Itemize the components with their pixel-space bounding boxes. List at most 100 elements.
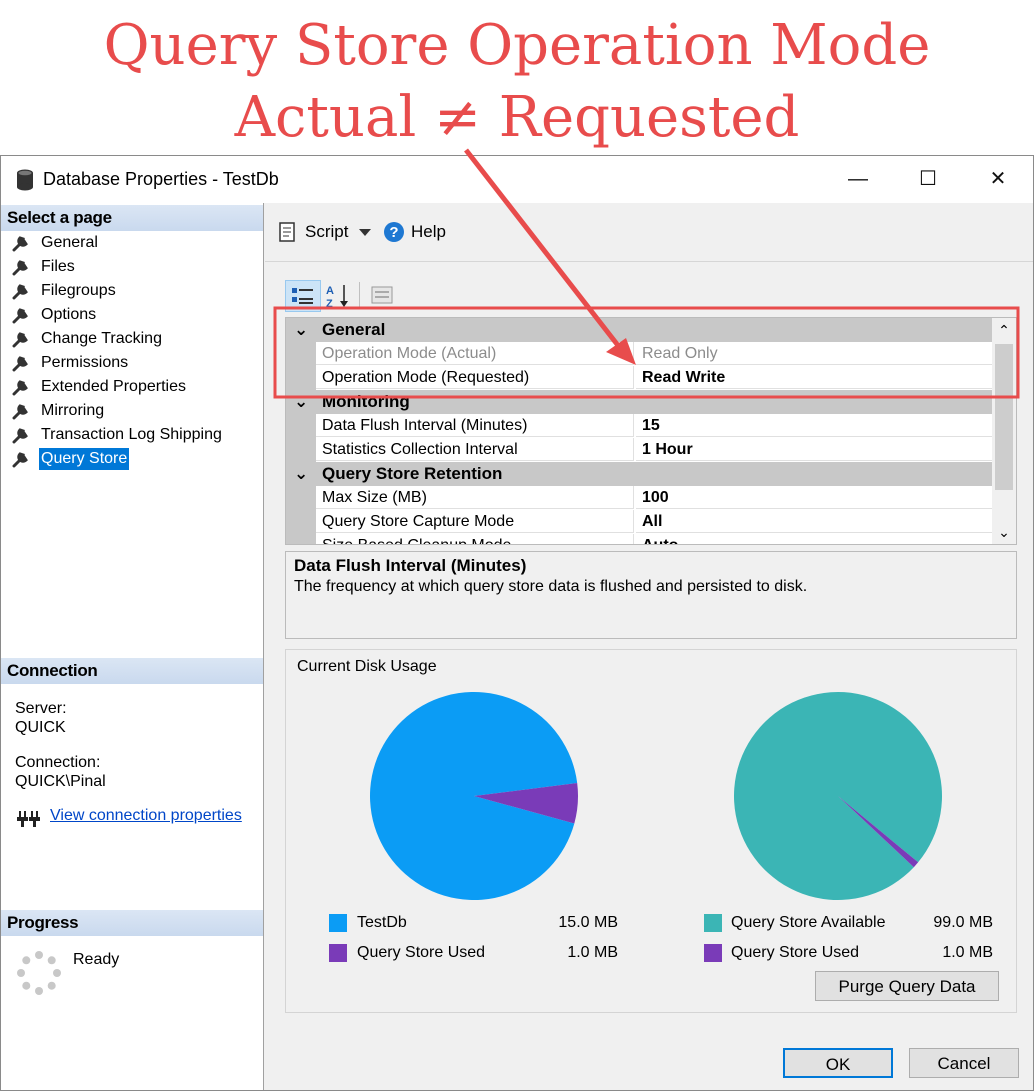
scroll-up-icon[interactable]: ⌃ bbox=[992, 318, 1016, 342]
svg-text:Z: Z bbox=[326, 298, 333, 309]
server-label: Server: bbox=[15, 700, 67, 717]
nav-item-options[interactable]: Options bbox=[11, 304, 98, 326]
purge-query-data-button[interactable]: Purge Query Data bbox=[815, 971, 999, 1001]
server-value: QUICK bbox=[15, 719, 66, 736]
property-pages-icon bbox=[371, 286, 393, 304]
property-name: Statistics Collection Interval bbox=[316, 438, 634, 461]
grid-gutter bbox=[286, 414, 316, 438]
nav-item-label: Extended Properties bbox=[41, 378, 186, 395]
nav-item-label: Files bbox=[41, 258, 75, 275]
property-value[interactable]: Read Write bbox=[636, 366, 992, 389]
toolbar: Script ? Help bbox=[265, 203, 1033, 262]
property-grid: ⌄ General Operation Mode (Actual) Read Only… bbox=[285, 317, 1017, 545]
grid-category[interactable]: ⌄ Monitoring bbox=[286, 390, 992, 414]
toolbar-separator bbox=[359, 282, 360, 308]
legend-value-query-store-available: 99.0 MB bbox=[933, 914, 993, 931]
nav-item-query-store[interactable]: Query Store bbox=[11, 448, 130, 470]
nav-item-transaction-log-shipping[interactable]: Transaction Log Shipping bbox=[11, 424, 224, 446]
close-button[interactable]: ✕ bbox=[963, 156, 1033, 203]
legend-value-query-store-used: 1.0 MB bbox=[567, 944, 618, 961]
wrench-icon bbox=[12, 260, 28, 276]
grid-property-row[interactable]: Operation Mode (Actual) Read Only bbox=[286, 342, 992, 366]
progress-header: Progress bbox=[1, 910, 263, 936]
nav-item-filegroups[interactable]: Filegroups bbox=[11, 280, 118, 302]
grid-category[interactable]: ⌄ General bbox=[286, 318, 992, 342]
progress-status: Ready bbox=[73, 951, 120, 968]
svg-text:?: ? bbox=[389, 224, 398, 241]
scroll-down-icon[interactable]: ⌄ bbox=[992, 520, 1016, 544]
description-title: Data Flush Interval (Minutes) bbox=[294, 556, 527, 575]
categorized-view-button[interactable] bbox=[285, 280, 321, 312]
disk-usage-panel: Current Disk Usage TestDb 15.0 MB Query … bbox=[285, 649, 1017, 1013]
nav-item-general[interactable]: General bbox=[11, 232, 100, 254]
grid-property-row[interactable]: Statistics Collection Interval 1 Hour bbox=[286, 438, 992, 462]
pie-slice-query-store-available bbox=[733, 692, 942, 901]
title-bar: Database Properties - TestDb — ☐ ✕ bbox=[1, 156, 1033, 203]
grid-property-row[interactable]: Operation Mode (Requested) Read Write bbox=[286, 366, 992, 390]
grid-category-label: General bbox=[322, 320, 386, 339]
alphabetical-view-button[interactable]: A Z bbox=[323, 280, 353, 310]
nav-item-permissions[interactable]: Permissions bbox=[11, 352, 130, 374]
collapse-chevron-icon[interactable]: ⌄ bbox=[294, 318, 310, 342]
wrench-icon bbox=[12, 428, 28, 444]
wrench-icon bbox=[12, 332, 28, 348]
property-value[interactable]: 15 bbox=[636, 414, 992, 437]
grid-gutter bbox=[286, 438, 316, 462]
minimize-button[interactable]: — bbox=[823, 156, 893, 203]
select-page-header: Select a page bbox=[1, 205, 263, 231]
view-connection-properties-link[interactable]: View connection properties bbox=[50, 807, 242, 825]
grid-gutter bbox=[286, 510, 316, 534]
property-value[interactable]: 1 Hour bbox=[636, 438, 992, 461]
help-icon[interactable]: ? bbox=[383, 221, 405, 243]
grid-property-row[interactable]: Query Store Capture Mode All bbox=[286, 510, 992, 534]
scroll-thumb[interactable] bbox=[995, 344, 1013, 490]
legend-value-query-store-used-2: 1.0 MB bbox=[942, 944, 993, 961]
script-button[interactable]: Script bbox=[305, 203, 348, 261]
legend-swatch-query-store-used-2 bbox=[704, 944, 722, 962]
grid-category[interactable]: ⌄ Query Store Retention bbox=[286, 462, 992, 486]
sort-az-icon: A Z bbox=[326, 285, 348, 309]
connection-value: QUICK\Pinal bbox=[15, 773, 106, 790]
left-pane: Select a page General Files Filegroups Opti… bbox=[1, 203, 264, 1090]
disk-usage-pie-charts bbox=[370, 692, 942, 901]
legend-label-query-store-used: Query Store Used bbox=[357, 944, 486, 961]
window-title: Database Properties - TestDb bbox=[43, 169, 279, 189]
annotation-title-line2: Actual ≠ Requested bbox=[234, 85, 800, 150]
nav-item-files[interactable]: Files bbox=[11, 256, 77, 278]
property-value[interactable]: 100 bbox=[636, 486, 992, 509]
nav-item-change-tracking[interactable]: Change Tracking bbox=[11, 328, 164, 350]
collapse-chevron-icon[interactable]: ⌄ bbox=[294, 390, 310, 414]
nav-item-label: Permissions bbox=[41, 354, 129, 371]
nav-item-extended-properties[interactable]: Extended Properties bbox=[11, 376, 188, 398]
property-value[interactable]: Read Only bbox=[636, 342, 992, 365]
property-name: Operation Mode (Requested) bbox=[316, 366, 634, 389]
help-button[interactable]: Help bbox=[411, 203, 446, 261]
wrench-icon bbox=[12, 356, 28, 372]
svg-text:A: A bbox=[326, 285, 334, 297]
disk-usage-title: Current Disk Usage bbox=[297, 658, 437, 675]
cancel-button[interactable]: Cancel bbox=[909, 1048, 1019, 1078]
progress-spinner-icon bbox=[17, 951, 61, 995]
description-text: The frequency at which query store data … bbox=[294, 578, 808, 595]
grid-property-row[interactable]: Max Size (MB) 100 bbox=[286, 486, 992, 510]
property-grid-scrollbar[interactable]: ⌃ ⌄ bbox=[992, 318, 1016, 544]
nav-item-mirroring[interactable]: Mirroring bbox=[11, 400, 106, 422]
maximize-button[interactable]: ☐ bbox=[893, 156, 963, 203]
property-value[interactable]: Auto bbox=[636, 534, 992, 544]
grid-gutter bbox=[286, 342, 316, 366]
property-value[interactable]: All bbox=[636, 510, 992, 533]
script-dropdown-chevron-icon[interactable] bbox=[359, 229, 371, 237]
property-name: Operation Mode (Actual) bbox=[316, 342, 634, 365]
description-panel: Data Flush Interval (Minutes) The freque… bbox=[285, 551, 1017, 639]
grid-property-row[interactable]: Size Based Cleanup ModeAuto bbox=[286, 534, 992, 544]
ok-button[interactable]: OK bbox=[783, 1048, 893, 1078]
wrench-icon bbox=[12, 284, 28, 300]
property-pages-button[interactable] bbox=[367, 280, 397, 310]
collapse-chevron-icon[interactable]: ⌄ bbox=[294, 462, 310, 486]
wrench-icon bbox=[12, 380, 28, 396]
property-name: Data Flush Interval (Minutes) bbox=[316, 414, 634, 437]
wrench-icon bbox=[12, 236, 28, 252]
grid-property-row[interactable]: Data Flush Interval (Minutes) 15 bbox=[286, 414, 992, 438]
script-icon[interactable] bbox=[277, 222, 297, 242]
legend-swatch-query-store-available bbox=[704, 914, 722, 932]
